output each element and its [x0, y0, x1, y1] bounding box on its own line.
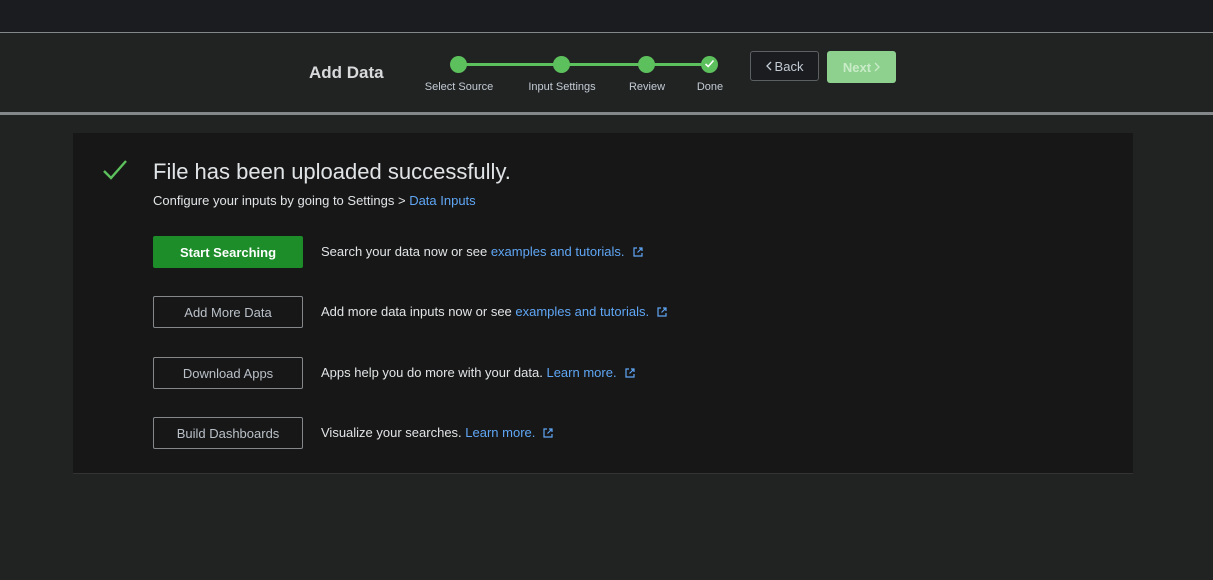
step-label-review: Review	[628, 81, 666, 93]
action-row-build-dashboards: Build Dashboards Visualize your searches…	[153, 417, 853, 449]
subtitle-text: Configure your inputs by going to Settin…	[153, 193, 410, 208]
action-description: Visualize your searches. Learn more.	[321, 425, 553, 440]
step-progress: Select Source Input Settings Review Done	[0, 33, 1213, 112]
chevron-left-icon	[765, 61, 772, 71]
next-button[interactable]: Next	[827, 51, 896, 83]
action-row-start-searching: Start Searching Search your data now or …	[153, 236, 853, 268]
step-label-select-source: Select Source	[424, 81, 494, 93]
examples-tutorials-link[interactable]: examples and tutorials.	[515, 304, 649, 319]
start-searching-button[interactable]: Start Searching	[153, 236, 303, 268]
success-panel: File has been uploaded successfully. Con…	[73, 133, 1133, 474]
top-bar	[0, 0, 1213, 33]
check-icon	[704, 59, 715, 68]
action-text: Add more data inputs now or see	[321, 304, 516, 319]
external-link-icon[interactable]	[657, 307, 667, 317]
back-button[interactable]: Back	[750, 51, 819, 81]
action-row-download-apps: Download Apps Apps help you do more with…	[153, 357, 853, 389]
success-check-icon	[103, 160, 127, 180]
step-dot-done	[701, 56, 718, 73]
success-title: File has been uploaded successfully.	[153, 159, 511, 184]
action-description: Add more data inputs now or see examples…	[321, 304, 667, 319]
step-label-done: Done	[696, 81, 724, 93]
success-subtitle: Configure your inputs by going to Settin…	[153, 193, 476, 208]
action-text: Visualize your searches.	[321, 425, 466, 440]
examples-tutorials-link[interactable]: examples and tutorials.	[491, 244, 625, 259]
next-button-label: Next	[842, 59, 872, 75]
external-link-icon[interactable]	[543, 428, 553, 438]
download-apps-button[interactable]: Download Apps	[153, 357, 303, 389]
chevron-right-icon	[874, 62, 881, 72]
action-row-add-more-data: Add More Data Add more data inputs now o…	[153, 296, 853, 328]
action-description: Search your data now or see examples and…	[321, 244, 643, 259]
wizard-header: Add Data Select Source Input Settings Re…	[0, 33, 1213, 115]
action-description: Apps help you do more with your data. Le…	[321, 365, 635, 380]
learn-more-link[interactable]: Learn more.	[546, 365, 616, 380]
external-link-icon[interactable]	[624, 368, 635, 378]
action-text: Apps help you do more with your data.	[321, 365, 547, 380]
step-dot-review	[638, 56, 655, 73]
learn-more-link[interactable]: Learn more.	[465, 425, 535, 440]
external-link-icon[interactable]	[632, 247, 643, 257]
step-dot-input-settings	[553, 56, 570, 73]
action-text: Search your data now or see	[321, 244, 491, 259]
step-label-input-settings: Input Settings	[528, 81, 596, 93]
back-button-label: Back	[774, 58, 804, 74]
data-inputs-link[interactable]: Data Inputs	[409, 193, 476, 208]
step-progress-line	[458, 63, 709, 66]
build-dashboards-button[interactable]: Build Dashboards	[153, 417, 303, 449]
step-dot-select-source	[450, 56, 467, 73]
add-more-data-button[interactable]: Add More Data	[153, 296, 303, 328]
